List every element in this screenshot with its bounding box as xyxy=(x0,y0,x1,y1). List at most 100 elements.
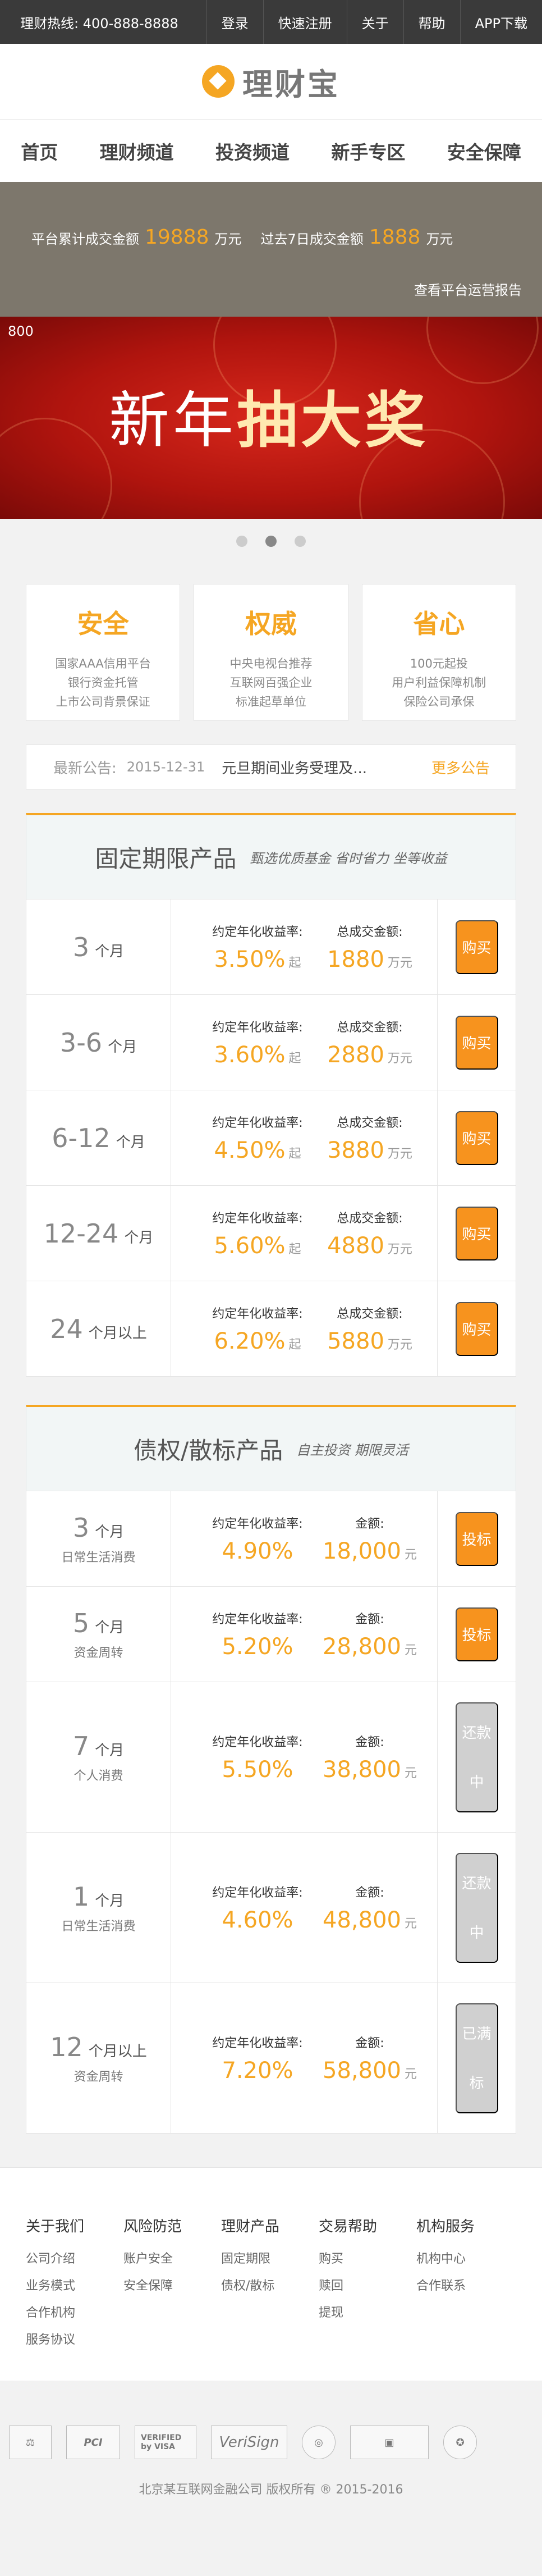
product-info: 约定年化收益率: 3.50% 起 总成交金额: 1880 万元 xyxy=(171,899,437,994)
carousel-dot[interactable] xyxy=(295,536,306,547)
product-action: 还款中 xyxy=(437,1833,516,1983)
logo[interactable]: 理财宝 xyxy=(0,44,542,119)
footer-link[interactable]: 安全保障 xyxy=(123,2273,221,2300)
rate-value-group: 6.20% 起 xyxy=(214,1328,301,1354)
help-link[interactable]: 帮助 xyxy=(403,0,460,44)
product-info: 约定年化收益率: 5.20% 金额: 28,800 元 xyxy=(171,1587,437,1682)
fixed-term-section: 固定期限产品 甄选优质基金 省时省力 坐等收益 3 个月 约定年化收益率: 3.50%… xyxy=(26,813,516,1377)
carousel-dot[interactable] xyxy=(236,536,247,547)
page: 理财热线: 400-888-8888 登录 快速注册 关于 帮助 APP下载 理… xyxy=(0,0,542,2576)
rate-suffix: 起 xyxy=(288,1051,301,1066)
rate-value-group: 4.90% xyxy=(222,1538,293,1564)
product-action: 购买 xyxy=(437,1186,516,1281)
debt-section: 债权/散标产品 自主投资 期限灵活 3 个月 日常生活消费 约定年化收益率: 4.90%… xyxy=(26,1405,516,2134)
feature-easy: 省心 100元起投 用户利益保障机制 保险公司承保 xyxy=(361,584,516,721)
footer-link[interactable]: 机构中心 xyxy=(416,2246,514,2273)
rate-label: 约定年化收益率: xyxy=(212,1211,303,1226)
term-line: 5 个月 xyxy=(73,1608,124,1638)
footer-link[interactable]: 赎回 xyxy=(319,2273,416,2300)
notice-text[interactable]: 元旦期间业务受理及... xyxy=(222,757,431,778)
footer-link[interactable]: 合作机构 xyxy=(26,2300,123,2327)
rate-value-group: 5.60% 起 xyxy=(214,1233,301,1259)
login-link[interactable]: 登录 xyxy=(206,0,263,44)
amount-suffix: 万元 xyxy=(387,956,412,970)
rate-suffix: 起 xyxy=(288,1337,301,1352)
term-value: 3 xyxy=(72,931,90,962)
about-link[interactable]: 关于 xyxy=(346,0,403,44)
amount-column: 总成交金额: 4880 万元 xyxy=(319,1208,420,1259)
feature-title: 省心 xyxy=(413,609,465,639)
footer-link[interactable]: 业务模式 xyxy=(26,2273,123,2300)
rate-suffix: 起 xyxy=(288,1147,301,1161)
buy-button[interactable]: 购买 xyxy=(455,1015,498,1070)
product-action: 购买 xyxy=(437,1281,516,1376)
rate-value-group: 3.50% 起 xyxy=(214,947,301,972)
term-line: 7 个月 xyxy=(73,1731,124,1761)
total-value: 19888 xyxy=(145,226,209,249)
buy-button[interactable]: 购买 xyxy=(455,1111,498,1165)
amount-label: 金额: xyxy=(355,1612,384,1627)
week-label: 过去7日成交金额 xyxy=(260,231,364,247)
product-term: 7 个月个人消费 xyxy=(26,1682,171,1832)
section-subtitle: 自主投资 期限灵活 xyxy=(296,1442,408,1458)
amount-label: 总成交金额: xyxy=(337,925,403,939)
term-value: 12 xyxy=(50,2031,83,2062)
footer-link[interactable]: 合作联系 xyxy=(416,2273,514,2300)
nav-security[interactable]: 安全保障 xyxy=(447,138,521,165)
buy-button[interactable]: 购买 xyxy=(455,1206,498,1260)
report-link[interactable]: 查看平台运营报告 xyxy=(414,279,522,299)
term-line: 3 个月 xyxy=(73,932,124,962)
nav-newbie-zone[interactable]: 新手专区 xyxy=(331,138,405,165)
notice-label: 最新公告: xyxy=(53,760,117,777)
nav-wealth-channel[interactable]: 理财频道 xyxy=(100,138,174,165)
term-description: 个人消费 xyxy=(74,1769,123,1783)
footer-link[interactable]: 账户安全 xyxy=(123,2246,221,2273)
amount-column: 金额: 18,000 元 xyxy=(319,1514,420,1564)
credit-badge-icon: ▣ xyxy=(350,2426,429,2459)
nav-home[interactable]: 首页 xyxy=(21,138,58,165)
rate-value: 3.60% xyxy=(214,1042,286,1068)
amount-value-group: 2880 万元 xyxy=(327,1042,412,1068)
rate-value-group: 4.50% 起 xyxy=(214,1138,301,1163)
amount-label: 总成交金额: xyxy=(337,1307,403,1321)
footer-link[interactable]: 提现 xyxy=(319,2300,416,2327)
more-notices-link[interactable]: 更多公告 xyxy=(431,757,516,778)
product-row: 1 个月 日常生活消费 约定年化收益率: 4.60% 金额: 48,800 元 还款中 xyxy=(26,1833,516,1983)
rate-column: 约定年化收益率: 4.60% xyxy=(196,1883,319,1933)
rate-value-group: 3.60% 起 xyxy=(214,1042,301,1068)
term-line: 24 个月以上 xyxy=(50,1314,147,1344)
buy-button[interactable]: 购买 xyxy=(455,1301,498,1356)
platform-stats: 平台累计成交金额 19888 万元 过去7日成交金额 1888 万元 查看平台运… xyxy=(0,182,542,317)
footer-column-title: 理财产品 xyxy=(221,2218,280,2235)
rate-label: 约定年化收益率: xyxy=(212,1307,303,1321)
product-action: 投标 xyxy=(437,1587,516,1682)
carousel-dot-active[interactable] xyxy=(265,536,277,547)
product-action: 购买 xyxy=(437,1090,516,1185)
register-link[interactable]: 快速注册 xyxy=(263,0,347,44)
bid-button[interactable]: 投标 xyxy=(455,1607,498,1661)
promo-banner[interactable]: 800 新年 抽大奖 xyxy=(0,317,542,519)
amount-column: 金额: 38,800 元 xyxy=(319,1732,420,1783)
footer-link[interactable]: 服务协议 xyxy=(26,2327,123,2354)
amount-suffix: 元 xyxy=(404,1766,417,1780)
total-unit: 万元 xyxy=(214,231,242,247)
nav-invest-channel[interactable]: 投资频道 xyxy=(215,138,290,165)
app-download-link[interactable]: APP下载 xyxy=(460,0,542,44)
footer-link[interactable]: 公司介绍 xyxy=(26,2246,123,2273)
product-info: 约定年化收益率: 7.20% 金额: 58,800 元 xyxy=(171,1983,437,2133)
product-action: 还款中 xyxy=(437,1682,516,1832)
footer-column-title: 机构服务 xyxy=(416,2218,475,2235)
buy-button[interactable]: 购买 xyxy=(455,920,498,974)
rate-column: 约定年化收益率: 5.60% 起 xyxy=(196,1208,319,1259)
term-value: 7 xyxy=(72,1730,90,1761)
rate-value-group: 7.20% xyxy=(222,2058,293,2084)
bid-button[interactable]: 投标 xyxy=(455,1511,498,1566)
term-unit: 个月 xyxy=(95,1742,125,1759)
footer-link[interactable]: 债权/散标 xyxy=(221,2273,319,2300)
rate-value: 5.20% xyxy=(222,1633,293,1660)
verisign-badge: VeriSign xyxy=(211,2426,287,2459)
footer-link[interactable]: 固定期限 xyxy=(221,2246,319,2273)
footer-column: 风险防范 账户安全 安全保障 xyxy=(123,2215,221,2354)
footer-link[interactable]: 购买 xyxy=(319,2246,416,2273)
amount-value: 18,000 xyxy=(323,1538,401,1564)
